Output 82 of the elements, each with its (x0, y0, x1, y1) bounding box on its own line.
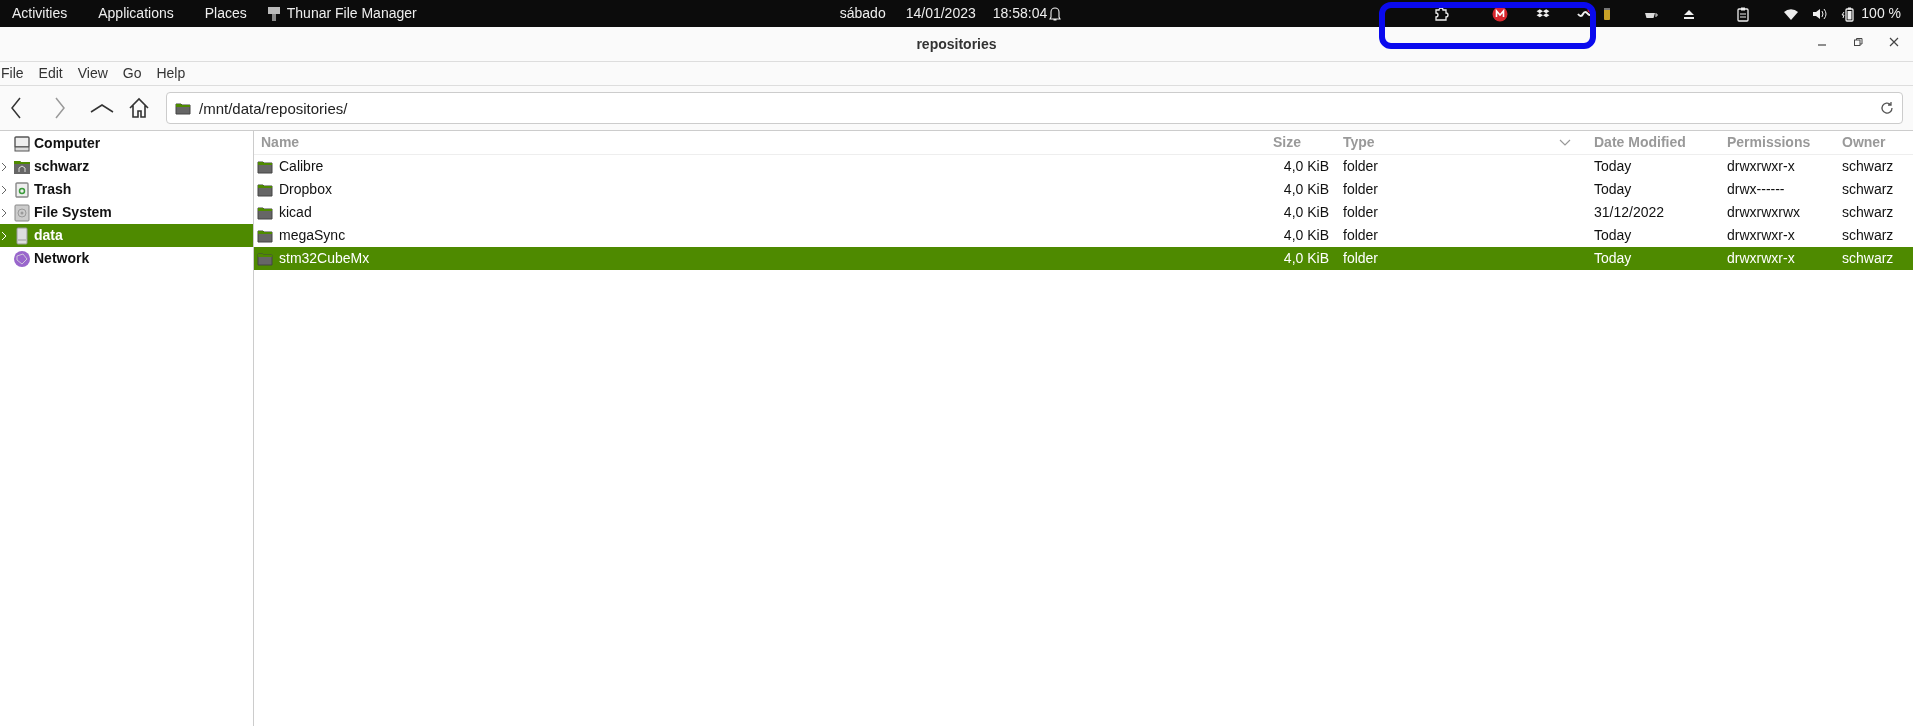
clock-day[interactable]: sábado (839, 3, 886, 24)
table-cell-text: schwarz (1841, 180, 1895, 199)
table-cell-text: 4,0 KiB (1282, 226, 1330, 245)
menu-item[interactable]: Go (122, 63, 142, 84)
table-cell-text: drwxrwxrwx (1726, 203, 1802, 222)
table-cell-text: folder (1342, 226, 1380, 245)
reload-icon[interactable] (1880, 101, 1894, 115)
folder-icon (257, 205, 273, 220)
table-cell-text: folder (1342, 180, 1380, 199)
puzzle-icon[interactable] (1433, 5, 1450, 22)
table-cell-text: Calibre (279, 157, 324, 176)
up-icon[interactable] (90, 102, 114, 114)
table-cell-text: stm32CubeMx (279, 249, 370, 268)
close-icon[interactable] (1889, 37, 1899, 47)
clipboard-icon[interactable] (1735, 5, 1752, 22)
sidebar-item[interactable]: Computer (0, 132, 253, 155)
network-icon (13, 249, 31, 268)
table-cell-text: schwarz (1841, 249, 1895, 268)
table-cell-text: 31/12/2022 (1593, 203, 1666, 222)
clock-time[interactable]: 18:58:04 (992, 3, 1048, 24)
location-field[interactable]: /mnt/data/repositories/ (166, 92, 1903, 124)
file-row[interactable]: kicad 4,0 KiB folder 31/12/2022 drwxrwxrwx schwarz (254, 201, 1913, 224)
sidebar-item[interactable]: File System (0, 201, 253, 224)
table-cell-text: Dropbox (279, 180, 332, 199)
file-row[interactable]: Calibre 4,0 KiB folder Today drwxrwxr-x schwarz (254, 155, 1913, 178)
mega-logo-icon[interactable] (1492, 5, 1509, 22)
table-cell-text: drwxrwxr-x (1726, 249, 1796, 268)
sidebar-item[interactable]: Trash (0, 178, 253, 201)
file-row[interactable]: megaSync 4,0 KiB folder Today drwxrwxr-x schwarz (254, 224, 1913, 247)
menu-item[interactable]: Edit (38, 63, 63, 84)
table-cell-text: drwx------ (1726, 180, 1786, 199)
file-row[interactable]: stm32CubeMx 4,0 KiB folder Today drwxrwxr-x schwarz (254, 247, 1913, 270)
folder-icon (257, 251, 273, 266)
battery-label[interactable]: 100 % (1861, 3, 1901, 24)
drive-icon (13, 226, 31, 245)
table-cell-text: megaSync (279, 226, 346, 245)
panel-menu-item[interactable]: Activities (12, 3, 68, 24)
trash-icon (13, 180, 31, 199)
app-icon[interactable] (266, 5, 281, 22)
table-cell-text: Today (1593, 180, 1633, 199)
app-menu[interactable]: Thunar File Manager (286, 3, 417, 24)
table-cell-text: 4,0 KiB (1282, 157, 1330, 176)
table-cell-text: drwxrwxr-x (1726, 226, 1796, 245)
expander-icon[interactable] (1, 207, 7, 218)
home-icon[interactable] (128, 97, 150, 119)
table-cell-text: folder (1342, 203, 1380, 222)
table-cell-text: folder (1342, 157, 1380, 176)
folder-icon (257, 228, 273, 243)
expander-icon[interactable] (1, 161, 7, 172)
window-title: repositories (916, 34, 997, 54)
sort-chevron-icon[interactable] (1559, 139, 1571, 146)
sidebar-item[interactable]: data (0, 224, 253, 247)
folder-icon (175, 101, 191, 115)
expander-icon[interactable] (1, 184, 7, 195)
file-row[interactable]: Dropbox 4,0 KiB folder Today drwx------ schwarz (254, 178, 1913, 201)
table-cell-text: Today (1593, 249, 1633, 268)
sidebar-item[interactable]: Network (0, 247, 253, 270)
menu-item[interactable]: Help (156, 63, 186, 84)
forward-icon[interactable] (54, 97, 66, 119)
panel-menu-item[interactable]: Applications (98, 3, 174, 24)
back-icon[interactable] (10, 97, 22, 119)
table-cell-text: folder (1342, 249, 1380, 268)
folder-icon (257, 182, 273, 197)
table-cell-text: Today (1593, 157, 1633, 176)
sidebar-item[interactable]: schwarz (0, 155, 253, 178)
table-cell-text: schwarz (1841, 226, 1895, 245)
clock-date[interactable]: 14/01/2023 (905, 3, 976, 24)
table-cell-text: drwxrwxr-x (1726, 157, 1796, 176)
folder-icon (257, 159, 273, 174)
computer-icon (13, 134, 31, 153)
menu-item[interactable]: View (77, 63, 108, 84)
table-cell-text: 4,0 KiB (1282, 203, 1330, 222)
maximize-icon[interactable] (1853, 37, 1863, 47)
table-cell-text: kicad (279, 203, 312, 222)
bell-icon[interactable] (1049, 6, 1062, 21)
table-cell-text: schwarz (1841, 203, 1895, 222)
table-cell-text: 4,0 KiB (1282, 180, 1330, 199)
table-cell-text: Today (1593, 226, 1633, 245)
panel-menu-item[interactable]: Places (204, 3, 247, 24)
menu-item[interactable]: File (1, 63, 24, 84)
table-cell-text: schwarz (1841, 157, 1895, 176)
table-cell-text: 4,0 KiB (1282, 249, 1330, 268)
